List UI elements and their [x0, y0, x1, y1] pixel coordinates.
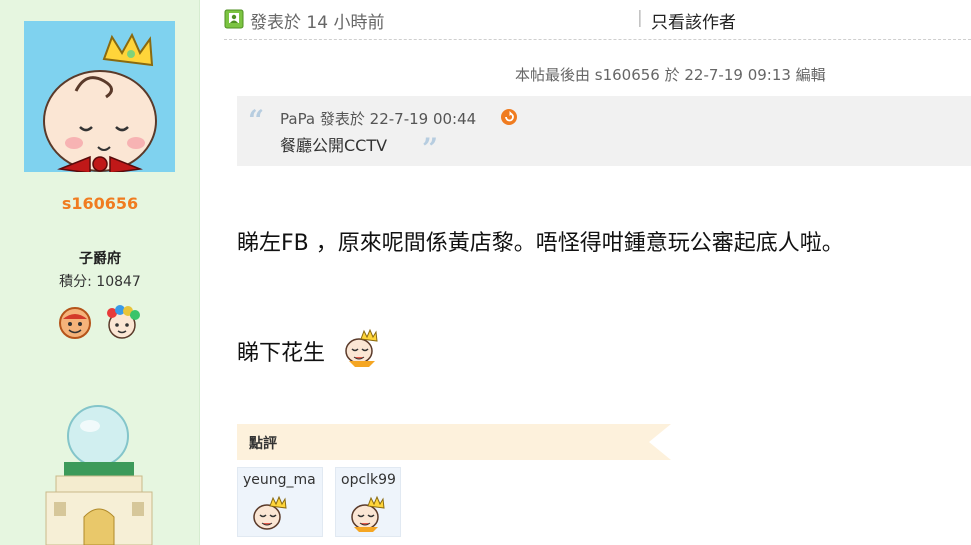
- rater-emoticon-icon: [253, 495, 287, 530]
- medal-icon[interactable]: [57, 305, 93, 341]
- rater-username[interactable]: yeung_ma: [243, 472, 316, 488]
- rater-card[interactable]: opclk99: [335, 467, 401, 537]
- comment-label: 點評: [249, 436, 277, 452]
- quote-text: 餐廳公開CCTV: [280, 136, 388, 155]
- post-text-line: 睇下花生: [237, 341, 326, 366]
- medal-2021-icon[interactable]: [104, 305, 140, 341]
- post-online-icon: [224, 9, 244, 29]
- view-author-only-link[interactable]: 只看該作者: [651, 8, 736, 33]
- edit-note: 本帖最後由 s160656 於 22-7-19 09:13 編輯: [515, 66, 826, 84]
- quote-meta: PaPa 發表於 22-7-19 00:44: [280, 110, 477, 128]
- jump-to-post-icon[interactable]: [501, 109, 517, 125]
- avatar-baby-king-image: [24, 21, 175, 172]
- author-points: 積分: 10847: [59, 274, 141, 290]
- rater-emoticon-icon: [351, 495, 385, 532]
- open-quote-icon: “: [248, 104, 265, 137]
- header-separator: |: [637, 8, 643, 28]
- post-text-line: 睇左FB ，原來呢間係黃店黎。唔怪得咁鍾意玩公審起底人啦。: [237, 231, 844, 256]
- level-tower-icon: [45, 405, 153, 545]
- avatar[interactable]: [24, 21, 175, 172]
- author-sidebar: s160656 子爵府 積分: 10847: [0, 0, 200, 545]
- author-rank: 子爵府: [79, 251, 121, 267]
- baby-king-emoticon-icon: [345, 328, 378, 367]
- post-header: 發表於 14 小時前 | 只看該作者: [224, 0, 971, 40]
- quote-block: “ PaPa 發表於 22-7-19 00:44 餐廳公開CCTV ”: [237, 96, 971, 166]
- post-time: 發表於 14 小時前: [250, 13, 385, 33]
- comment-bar: [237, 424, 671, 460]
- author-username[interactable]: s160656: [0, 194, 200, 213]
- close-quote-icon: ”: [422, 132, 439, 165]
- rater-card[interactable]: yeung_ma: [237, 467, 323, 537]
- rater-username[interactable]: opclk99: [341, 472, 396, 488]
